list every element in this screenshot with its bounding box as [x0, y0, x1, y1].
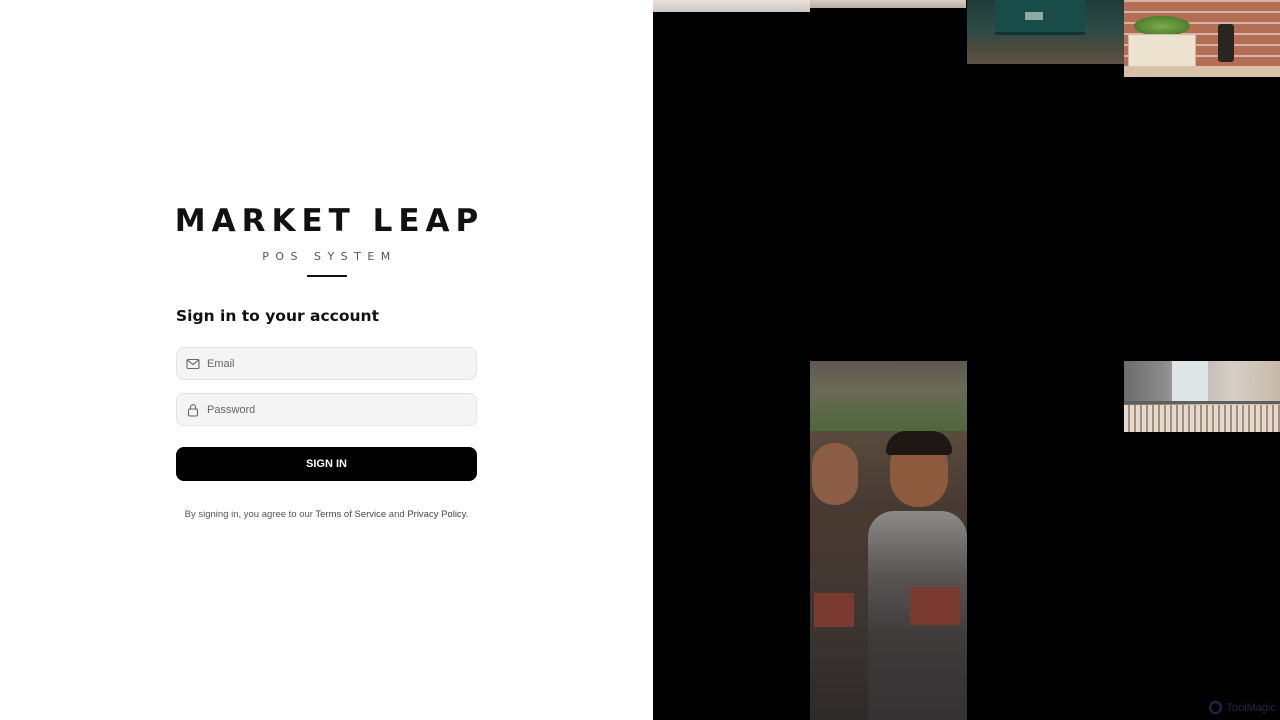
shop-image-2 [810, 0, 966, 8]
password-input[interactable] [207, 394, 467, 425]
shop-image-3 [967, 0, 1124, 64]
signin-heading: Sign in to your account [176, 307, 379, 325]
brand-subtitle: POS SYSTEM [262, 250, 397, 263]
privacy-link[interactable]: Privacy Policy [407, 509, 465, 520]
planter-box [1128, 34, 1196, 68]
signin-form: Sign in to your account Email SIGN IN By… [176, 305, 477, 520]
brand-header: MARKET LEAP POS SYSTEM [0, 200, 653, 277]
lock-icon [186, 403, 200, 417]
shop-window [1172, 361, 1208, 401]
password-field[interactable] [176, 393, 477, 426]
lantern [1218, 24, 1234, 62]
email-field[interactable] [176, 347, 477, 380]
signin-button[interactable]: SIGN IN [176, 447, 477, 481]
plant [1134, 16, 1190, 36]
brand-title: MARKET LEAP [174, 203, 485, 239]
shop-image-4 [1124, 0, 1280, 77]
email-input[interactable] [207, 348, 467, 379]
image-gallery: ToolMagic [653, 0, 1280, 720]
terms-link[interactable]: Terms of Service [315, 509, 386, 520]
background-shelves [810, 361, 967, 431]
mail-icon [186, 357, 200, 371]
person-left-head [812, 443, 858, 505]
person-right-hair [886, 431, 952, 455]
apron-pocket-left [814, 593, 854, 627]
watermark-label: ToolMagic [1226, 701, 1276, 714]
hanging-clothes [1124, 405, 1280, 432]
watermark-icon [1209, 701, 1223, 714]
box-label [1025, 12, 1043, 20]
signin-panel: MARKET LEAP POS SYSTEM Sign in to your a… [0, 0, 653, 720]
legal-prefix: By signing in, you agree to our [184, 509, 316, 520]
staff-image [810, 361, 967, 720]
legal-and: and [386, 509, 408, 520]
watermark: ToolMagic [1209, 701, 1276, 714]
legal-suffix: . [465, 509, 469, 520]
clothing-rack-image [1124, 361, 1280, 432]
legal-notice: By signing in, you agree to our Terms of… [176, 509, 477, 520]
apron-pocket-right [910, 587, 960, 625]
shop-image-1 [653, 0, 810, 12]
clothing-rack [1124, 401, 1280, 404]
brand-divider [306, 275, 347, 277]
shelf [1124, 66, 1280, 77]
login-page: MARKET LEAP POS SYSTEM Sign in to your a… [0, 0, 1280, 720]
